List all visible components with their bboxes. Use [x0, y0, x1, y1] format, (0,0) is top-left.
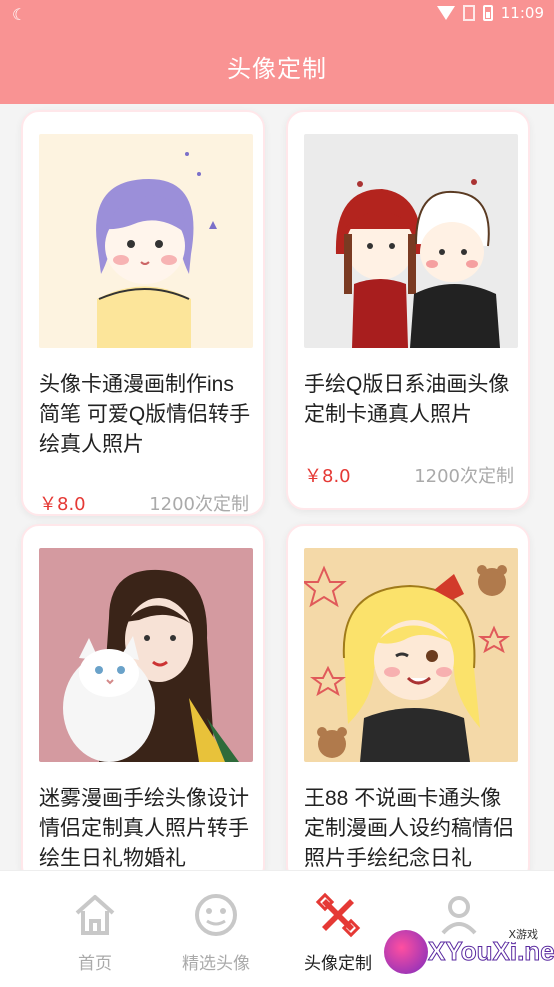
customize-icon: [315, 892, 361, 938]
product-price: ￥8.0: [304, 466, 351, 487]
product-count: 1200次定制: [149, 494, 249, 515]
product-card[interactable]: 手绘Q版日系油画头像定制卡通真人照片 ￥8.0 1200次定制: [286, 110, 530, 510]
cartoon-couple-image: [335, 179, 500, 348]
nav-label: 首页: [78, 954, 112, 974]
product-image: [39, 134, 253, 348]
product-title[interactable]: 王88 不说画卡通头像定制漫画人设约稿情侣照片手绘纪念日礼: [304, 784, 518, 870]
nav-label: 精选头像: [182, 954, 250, 974]
smiley-icon: [195, 894, 237, 936]
moon-icon: ☾: [12, 5, 27, 24]
product-title[interactable]: 手绘Q版日系油画头像定制卡通真人照片: [304, 370, 518, 430]
product-image: [39, 548, 253, 762]
product-title[interactable]: 迷雾漫画手绘头像设计情侣定制真人照片转手绘生日礼物婚礼: [39, 784, 253, 870]
battery-icon: [482, 5, 493, 21]
watermark-small-text: X游戏: [506, 926, 540, 942]
home-icon: [75, 895, 115, 935]
nav-label: 头像定制: [304, 954, 372, 974]
product-price: ￥8.0: [39, 494, 86, 515]
product-title[interactable]: 头像卡通漫画制作ins简笔 可爱Q版情侣转手绘真人照片: [39, 370, 253, 460]
nav-featured[interactable]: 精选头像: [147, 871, 285, 987]
blonde-girl-image: [304, 565, 511, 762]
product-card[interactable]: 迷雾漫画手绘头像设计情侣定制真人照片转手绘生日礼物婚礼: [21, 524, 265, 870]
status-bar: ☾ 11:09: [0, 0, 554, 28]
watermark-logo: XYouXi.net X游戏: [384, 926, 554, 980]
sim-icon: [462, 5, 475, 21]
product-grid[interactable]: 头像卡通漫画制作ins简笔 可爱Q版情侣转手绘真人照片 ￥8.0 1200次定制: [0, 104, 554, 870]
watermark-badge-icon: [384, 930, 428, 974]
nav-home[interactable]: 首页: [26, 871, 164, 987]
page-header: 头像定制: [0, 28, 554, 104]
product-count: 1200次定制: [414, 466, 514, 487]
product-image: [304, 548, 518, 762]
girl-with-cat-image: [63, 569, 239, 762]
wifi-icon: [436, 6, 455, 20]
page-title: 头像定制: [227, 54, 327, 83]
status-icons: 11:09: [436, 4, 544, 22]
product-card[interactable]: 王88 不说画卡通头像定制漫画人设约稿情侣照片手绘纪念日礼: [286, 524, 530, 870]
cartoon-girl-image: [96, 152, 217, 348]
product-card[interactable]: 头像卡通漫画制作ins简笔 可爱Q版情侣转手绘真人照片 ￥8.0 1200次定制: [21, 110, 265, 516]
product-image: [304, 134, 518, 348]
status-time: 11:09: [500, 4, 544, 22]
